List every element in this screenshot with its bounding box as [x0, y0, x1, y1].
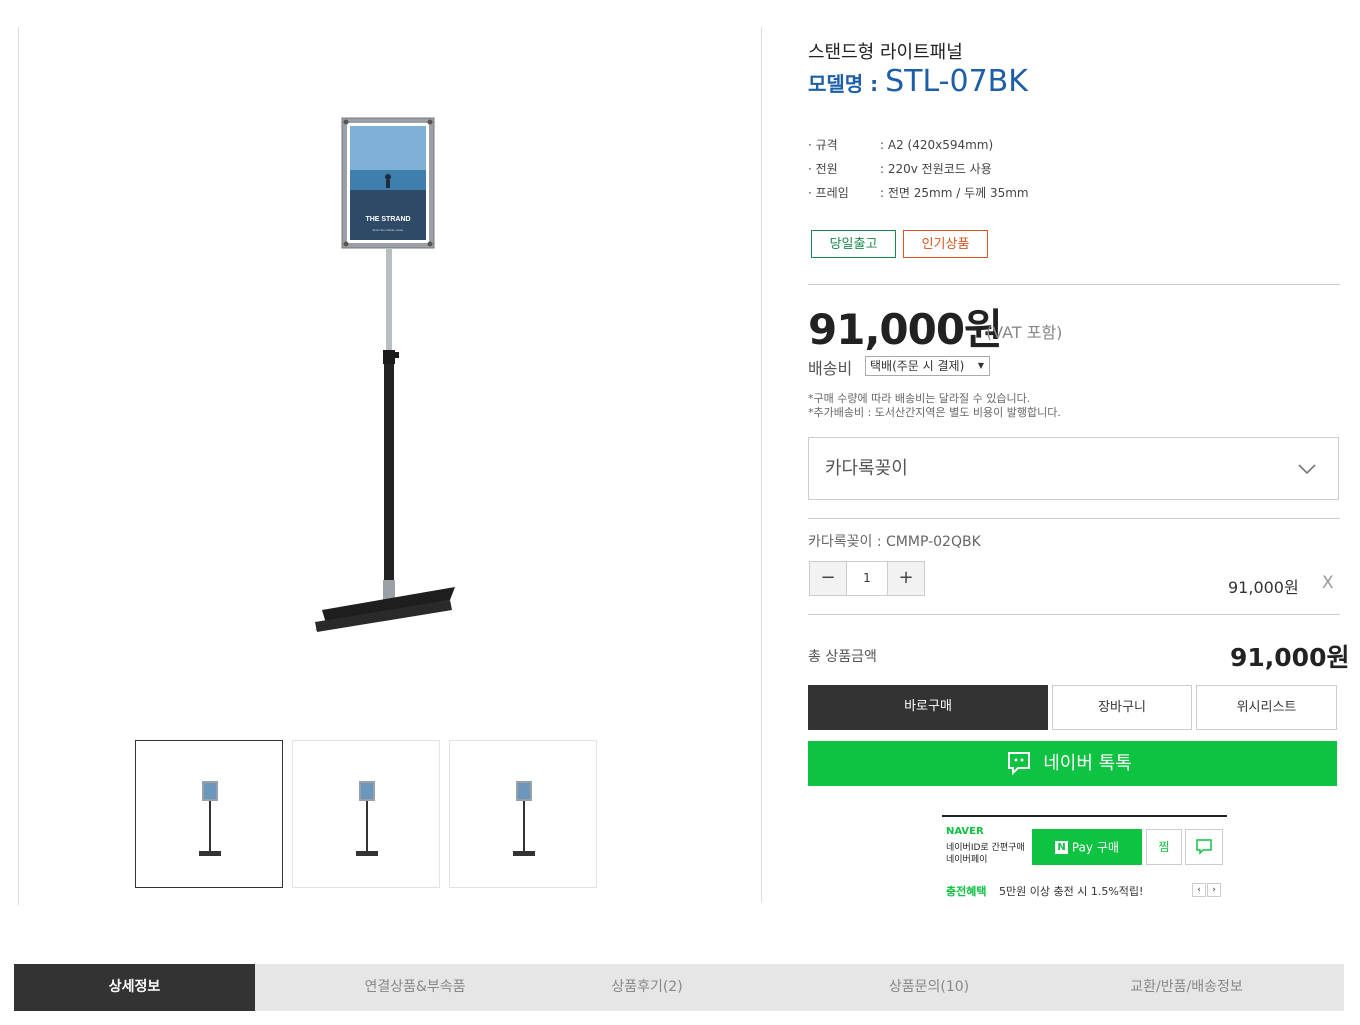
shipping-select[interactable]: 택배(주문 시 결제) ▼ [865, 356, 990, 376]
naver-talk-small-button[interactable] [1185, 829, 1223, 865]
product-price: 91,000원 [808, 305, 1003, 354]
spec-value: : A2 (420x594mm) [880, 138, 994, 152]
naver-pay-widget: NAVER 네이버ID로 간편구매 네이버페이 N Pay 구매 찜 충전혜택 … [942, 815, 1227, 902]
detail-tabs: 상세정보 연결상품&부속품 상품후기(2) 상품문의(10) 교환/반품/배송정… [14, 964, 1344, 1011]
spec-value: : 220v 전원코드 사용 [880, 162, 992, 176]
product-title: 스탠드형 라이트패널 [808, 42, 963, 63]
spec-value: : 전면 25mm / 두께 35mm [880, 186, 1029, 200]
left-border [18, 27, 19, 905]
naver-brand: NAVER [946, 826, 984, 837]
spec-row: · 전원 : 220v 전원코드 사용 [808, 160, 992, 177]
tab-reviews[interactable]: 상품후기(2) [544, 964, 750, 1011]
spec-key: · 규격 [808, 138, 838, 152]
model-label: 모델명 : [808, 72, 886, 96]
naver-pay-button[interactable]: N Pay 구매 [1032, 829, 1142, 865]
option-line-price: 91,000원 [1228, 578, 1299, 597]
wishlist-button[interactable]: 위시리스트 [1196, 685, 1337, 730]
divider [808, 614, 1340, 615]
total-label: 총 상품금액 [808, 649, 877, 665]
zzim-button[interactable]: 찜 [1146, 829, 1182, 865]
shipping-label: 배송비 [808, 359, 853, 378]
spec-row: · 규격 : A2 (420x594mm) [808, 136, 993, 153]
shipping-note-2: *추가배송비 : 도서산간지역은 별도 비용이 발행합니다. [808, 406, 1061, 419]
next-arrow-button[interactable]: › [1207, 883, 1221, 897]
chevron-down-icon [1298, 464, 1316, 474]
qty-input[interactable]: 1 [846, 562, 888, 595]
tab-related[interactable]: 연결상품&부속품 [305, 964, 525, 1011]
model-line: 모델명 : STL-07BK [808, 64, 1028, 99]
vat-note: (VAT 포함) [986, 323, 1063, 342]
naver-talk-label: 네이버 톡톡 [1043, 753, 1132, 774]
tag-same-day-shipping: 당일출고 [811, 230, 896, 258]
tag-popular: 인기상품 [903, 230, 988, 258]
model-code: STL-07BK [885, 64, 1028, 99]
naver-pay-desc-2: 네이버페이 [946, 855, 988, 865]
chat-bubble-icon [1196, 839, 1212, 855]
tab-qna[interactable]: 상품문의(10) [824, 964, 1034, 1011]
thumbnail-1[interactable] [135, 740, 283, 888]
qty-plus-button[interactable]: + [888, 562, 924, 595]
poster-title: THE STRAND [365, 216, 410, 223]
prev-arrow-button[interactable]: ‹ [1192, 883, 1206, 897]
caret-down-icon: ▼ [977, 361, 984, 370]
divider [808, 518, 1340, 519]
thumbnail-3[interactable] [449, 740, 597, 888]
chat-bubble-icon [1008, 752, 1030, 776]
spec-key: · 전원 [808, 162, 838, 176]
thumbnail-2[interactable] [292, 740, 440, 888]
benefit-label: 충전혜택 [946, 885, 987, 898]
poster-subtitle: Enter the infinite ocean [373, 228, 404, 232]
cart-button[interactable]: 장바구니 [1052, 685, 1192, 730]
tab-detail[interactable]: 상세정보 [14, 964, 255, 1011]
option-dropdown[interactable]: 카다록꽂이 [808, 437, 1339, 500]
total-value: 91,000원 [1230, 643, 1350, 672]
shipping-select-value: 택배(주문 시 결제) [870, 359, 965, 373]
thumbnail-image [199, 781, 221, 856]
selected-option-name: 카다록꽂이 : CMMP-02QBK [808, 534, 981, 550]
qty-minus-button[interactable]: − [810, 562, 846, 595]
benefit-text: 5만원 이상 충전 시 1.5%적립! [999, 885, 1144, 898]
column-divider [761, 27, 762, 902]
spec-row: · 프레임 : 전면 25mm / 두께 35mm [808, 184, 1029, 201]
divider [808, 284, 1340, 285]
tab-exchange[interactable]: 교환/반품/배송정보 [1084, 964, 1289, 1011]
main-product-image: THE STRAND Enter the infinite ocean [315, 117, 455, 632]
buy-now-button[interactable]: 바로구매 [808, 685, 1048, 730]
naver-pay-label: Pay 구매 [1071, 840, 1119, 855]
thumbnail-image [513, 781, 535, 856]
spec-key: · 프레임 [808, 186, 849, 200]
naver-talk-button[interactable]: 네이버 톡톡 [808, 741, 1337, 786]
option-dropdown-label: 카다록꽂이 [825, 458, 908, 479]
quantity-stepper: − 1 + [809, 561, 925, 596]
thumbnail-image [356, 781, 378, 856]
n-logo-icon: N [1055, 841, 1069, 854]
remove-option-button[interactable]: X [1322, 573, 1334, 593]
